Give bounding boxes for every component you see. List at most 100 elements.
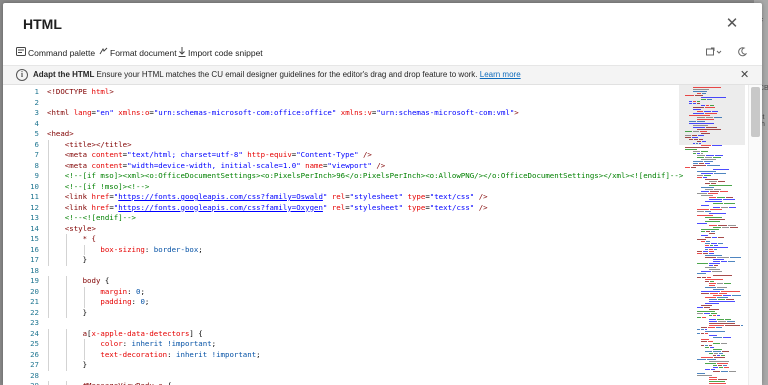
minimap-line <box>710 369 716 371</box>
indent-guide <box>48 171 49 182</box>
minimap-line <box>685 95 694 97</box>
code-line[interactable]: 15 * { <box>3 234 683 245</box>
code-token: title <box>104 139 128 149</box>
minimap-line <box>705 363 716 365</box>
minimap-line <box>714 173 727 175</box>
code-line[interactable]: 13 <!--<![endif]--> <box>3 213 683 224</box>
minimap-line <box>718 225 727 227</box>
minimap-line <box>717 355 721 357</box>
code-line[interactable]: 14 <style> <box>3 224 683 235</box>
code-token: xmlns:v <box>340 108 372 117</box>
code-token: "stylesheet" <box>349 192 404 201</box>
minimap-line <box>697 177 702 179</box>
minimap-line <box>713 261 720 263</box>
close-button[interactable]: ✕ <box>723 15 741 33</box>
line-number: 7 <box>34 150 39 159</box>
minimap-line <box>707 341 714 343</box>
code-line[interactable]: 17} <box>3 255 683 266</box>
code-token: text-decoration <box>100 349 168 359</box>
code-line[interactable]: 9 <!--[if mso]><xml><o:OfficeDocumentSett… <box>3 171 684 182</box>
code-token: #MessageViewBody a <box>83 381 163 385</box>
minimap-line <box>697 209 709 211</box>
code-token: ; <box>211 339 217 348</box>
banner-close-button[interactable]: ✕ <box>740 68 749 81</box>
code-minimap[interactable] <box>679 85 745 385</box>
minimap-line <box>709 281 714 283</box>
code-line[interactable]: 4 <box>3 119 683 130</box>
line-number: 11 <box>30 192 39 201</box>
code-token: body <box>82 276 101 285</box>
minimap-line <box>697 223 707 225</box>
minimap-line <box>711 237 718 239</box>
line-code: padding: 0; <box>100 297 149 308</box>
line-code: color: inherit !important; <box>100 339 216 350</box>
theme-toggle-button[interactable] <box>738 47 748 60</box>
minimap-line <box>685 167 690 169</box>
indent-guide <box>48 181 49 192</box>
code-line[interactable]: 19 body { <box>3 276 683 287</box>
code-line[interactable]: 10 <!--[if !mso]><!--> <box>3 182 683 193</box>
line-code: * { <box>83 234 96 245</box>
code-line[interactable]: 16 box-sizing: border-box; <box>3 245 683 256</box>
import-icon <box>178 47 186 59</box>
dialog-header: HTML ✕ <box>3 3 762 41</box>
view-dropdown-button[interactable] <box>706 47 724 60</box>
format-document-button[interactable]: Format document <box>99 47 177 58</box>
minimap-line <box>709 321 718 323</box>
minimap-line <box>716 319 724 321</box>
code-token: content <box>91 160 123 170</box>
minimap-line <box>693 163 698 165</box>
minimap-line <box>697 375 713 377</box>
code-line[interactable]: 20 margin: 0; <box>3 287 683 298</box>
code-line[interactable]: 24 a[x-apple-data-detectors] { <box>3 329 683 340</box>
code-line[interactable]: 6 <title></title> <box>3 140 683 151</box>
indent-guide <box>48 139 49 150</box>
code-token: inherit !important <box>176 349 257 359</box>
code-line[interactable]: 5 <head> <box>3 129 683 140</box>
code-line[interactable]: 26 text-decoration: inherit !important; <box>3 350 683 361</box>
minimap-line <box>706 277 711 279</box>
line-number: 17 <box>30 255 39 264</box>
minimap-line <box>705 113 717 115</box>
learn-more-link[interactable]: Learn more <box>480 70 521 79</box>
code-line[interactable]: 25 color: inherit !important; <box>3 339 683 350</box>
indent-guide <box>65 244 67 255</box>
editor-scrollbar[interactable] <box>748 85 762 385</box>
line-code: <style> <box>65 224 96 235</box>
code-line[interactable]: 8 <meta content="width=device-width, init… <box>3 161 683 172</box>
minimap-line <box>709 353 713 355</box>
line-code: #MessageViewBody a { <box>83 381 172 385</box>
code-line[interactable]: 11 <link href="https://fonts.googleapis.c… <box>3 192 683 203</box>
code-token: html <box>91 87 110 96</box>
code-line[interactable]: 18 <box>3 266 683 277</box>
minimap-line <box>701 341 707 343</box>
minimap-line <box>692 131 700 133</box>
code-line[interactable]: 7 <meta content="text/html; charset=utf-8… <box>3 150 683 161</box>
line-number: 10 <box>30 181 39 191</box>
command-palette-button[interactable]: Command palette <box>16 47 95 58</box>
code-line[interactable]: 2 <box>3 98 683 109</box>
minimap-line <box>701 345 704 347</box>
minimap-line <box>697 253 702 255</box>
code-line[interactable]: 29 #MessageViewBody a { <box>3 381 683 385</box>
code-line[interactable]: 1 <!DOCTYPE html> <box>3 87 683 98</box>
indent-guide <box>48 244 49 255</box>
code-line[interactable]: 22} <box>3 308 683 319</box>
minimap-line <box>709 299 717 301</box>
minimap-line <box>697 171 717 173</box>
code-line[interactable]: 23 <box>3 318 683 329</box>
code-token: } <box>82 255 88 264</box>
code-line[interactable]: 12 <link href="https://fonts.googleapis.c… <box>3 203 683 214</box>
code-token: head <box>51 129 70 138</box>
line-code: } <box>83 255 87 266</box>
minimap-line <box>706 99 712 101</box>
import-code-snippet-button[interactable]: Import code snippet <box>178 47 263 59</box>
code-line[interactable]: 27} <box>3 360 683 371</box>
scrollbar-thumb[interactable] <box>751 87 760 137</box>
code-editor[interactable]: 1 <!DOCTYPE html> 2 3 <html lang="en" xmlns:… <box>3 85 762 385</box>
code-line[interactable]: 3 <html lang="en" xmlns:o="urn:schemas-mi… <box>3 108 683 119</box>
indent-guide <box>48 297 49 308</box>
minimap-line <box>705 179 718 181</box>
code-line[interactable]: 28 <box>3 371 683 382</box>
code-line[interactable]: 21 padding: 0; <box>3 297 683 308</box>
